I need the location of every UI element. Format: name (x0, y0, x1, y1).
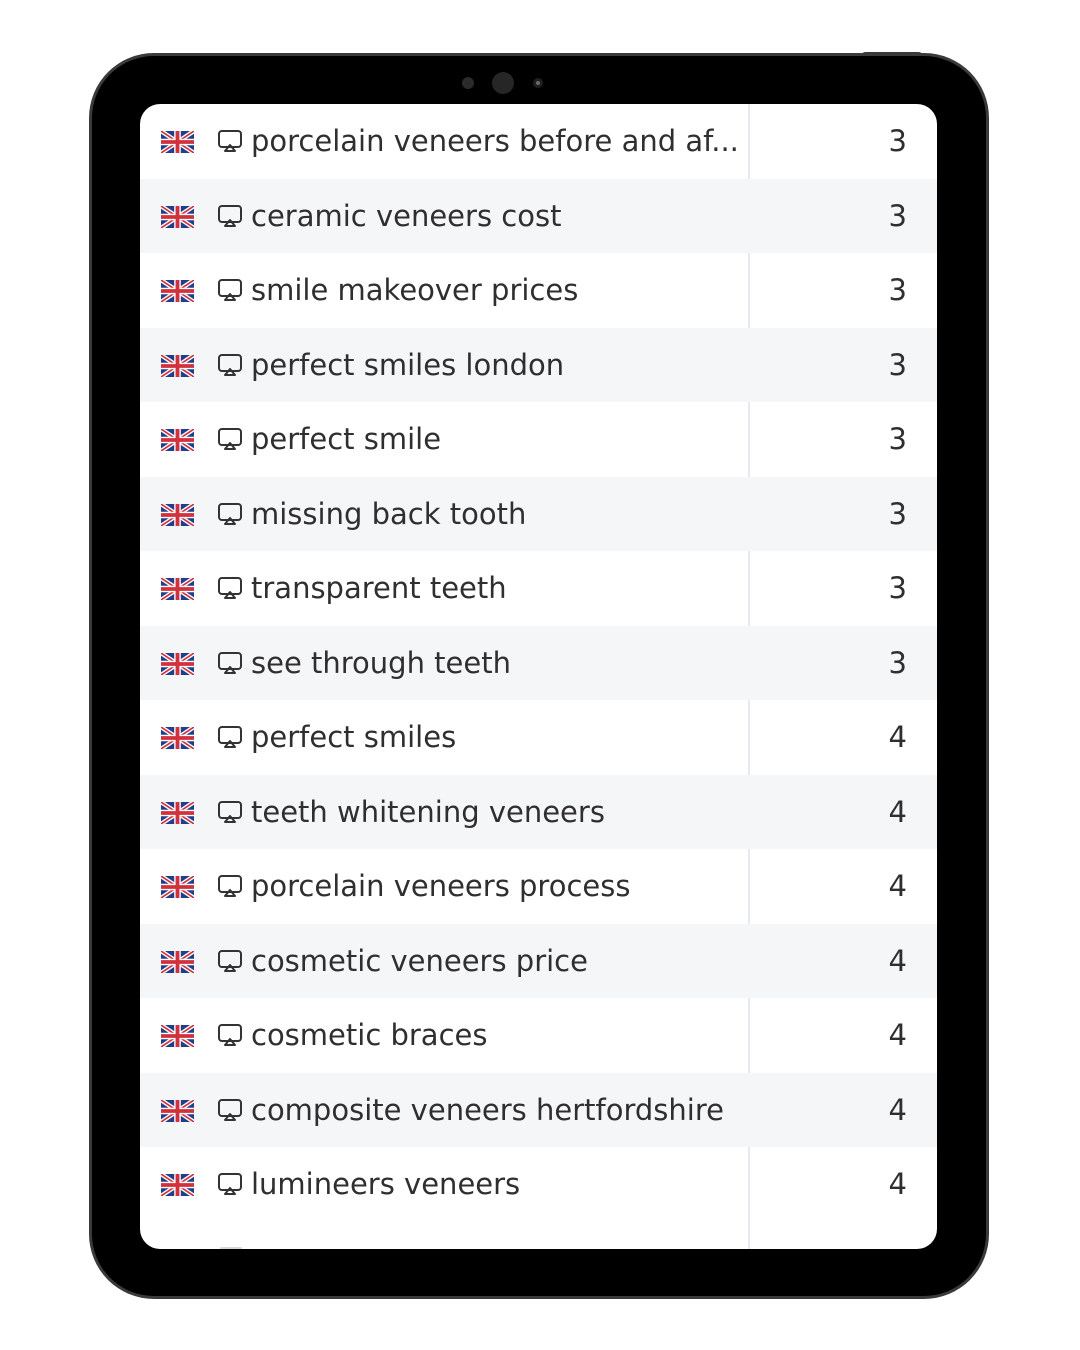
desktop-monitor-icon (218, 800, 242, 823)
uk-flag-icon (161, 1025, 194, 1047)
keyword-position: 4 (888, 794, 907, 829)
keyword-position: 3 (888, 645, 907, 680)
keyword-position: 3 (888, 571, 907, 605)
keyword-text: composite veneers hertfordshire (251, 1092, 724, 1127)
desktop-monitor-icon (218, 428, 242, 450)
table-row[interactable]: porcelain veneers before and af... 3 (140, 104, 937, 179)
keyword-position: 3 (888, 496, 907, 531)
keyword-position: 4 (888, 1092, 907, 1127)
uk-flag-icon (161, 1174, 194, 1196)
uk-flag-icon (161, 876, 194, 898)
desktop-monitor-icon (218, 204, 242, 227)
sensor-icon (462, 77, 474, 89)
desktop-monitor-icon (218, 577, 242, 599)
keyword-text: perfect smiles london (251, 347, 565, 382)
desktop-monitor-icon (218, 726, 242, 748)
keyword-text: perfect smiles (251, 720, 457, 754)
uk-flag-icon (161, 205, 194, 228)
uk-flag-icon (161, 280, 194, 302)
uk-flag-icon (161, 429, 194, 451)
table-row[interactable]: perfect smiles 4 (140, 700, 937, 775)
keyword-text: lumineers veneers (251, 1167, 521, 1201)
keyword-text: perfect smile (251, 422, 442, 456)
partial-row-icon (220, 1247, 242, 1249)
uk-flag-icon (161, 354, 194, 377)
keyword-text: teeth whitening veneers (251, 794, 605, 829)
keyword-text: smile makeover prices (251, 273, 579, 307)
keyword-text: transparent teeth (251, 571, 507, 605)
table-row[interactable]: teeth whitening veneers 4 (140, 774, 937, 849)
uk-flag-icon (161, 131, 194, 153)
table-row[interactable]: cosmetic braces 4 (140, 998, 937, 1073)
keyword-text: porcelain veneers before and af... (251, 124, 739, 158)
keyword-table: porcelain veneers before and af... 3 cer… (140, 104, 937, 1249)
table-row[interactable]: lumineers veneers 4 (140, 1147, 937, 1222)
keyword-position: 3 (888, 273, 907, 307)
desktop-monitor-icon (218, 130, 242, 152)
keyword-position: 3 (888, 422, 907, 456)
desktop-monitor-icon (218, 1098, 242, 1121)
desktop-monitor-icon (218, 353, 242, 376)
tablet-frame: porcelain veneers before and af... 3 cer… (92, 56, 986, 1296)
sensor-icon (533, 78, 543, 88)
table-row[interactable]: see through teeth 3 (140, 625, 937, 700)
keyword-text: ceramic veneers cost (251, 198, 562, 233)
desktop-monitor-icon (218, 651, 242, 674)
desktop-monitor-icon (218, 1024, 242, 1046)
keyword-position: 3 (888, 124, 907, 158)
table-row[interactable]: ceramic veneers cost 3 (140, 178, 937, 253)
keyword-position: 4 (888, 1018, 907, 1052)
desktop-monitor-icon (218, 949, 242, 972)
table-row[interactable]: smile makeover prices 3 (140, 253, 937, 328)
keyword-text: cosmetic veneers price (251, 943, 588, 978)
uk-flag-icon (161, 1099, 194, 1122)
keyword-position: 4 (888, 943, 907, 978)
keyword-text: porcelain veneers process (251, 869, 631, 903)
table-row[interactable]: missing back tooth 3 (140, 476, 937, 551)
keyword-position: 4 (888, 869, 907, 903)
keyword-position: 4 (888, 1167, 907, 1201)
uk-flag-icon (161, 578, 194, 600)
desktop-monitor-icon (218, 875, 242, 897)
desktop-monitor-icon (218, 1173, 242, 1195)
table-row[interactable]: perfect smiles london 3 (140, 327, 937, 402)
uk-flag-icon (161, 950, 194, 973)
keyword-text: missing back tooth (251, 496, 527, 531)
table-row[interactable]: perfect smile 3 (140, 402, 937, 477)
desktop-monitor-icon (218, 279, 242, 301)
keyword-text: cosmetic braces (251, 1018, 488, 1052)
desktop-monitor-icon (218, 502, 242, 525)
keyword-position: 4 (888, 720, 907, 754)
table-row[interactable]: porcelain veneers process 4 (140, 849, 937, 924)
uk-flag-icon (161, 727, 194, 749)
uk-flag-icon (161, 503, 194, 526)
table-row[interactable]: composite veneers hertfordshire 4 (140, 1072, 937, 1147)
keyword-text: see through teeth (251, 645, 511, 680)
table-row[interactable]: transparent teeth 3 (140, 551, 937, 626)
keyword-position: 3 (888, 198, 907, 233)
keyword-position: 3 (888, 347, 907, 382)
uk-flag-icon (161, 801, 194, 824)
uk-flag-icon (161, 652, 194, 675)
camera-icon (492, 72, 514, 94)
table-row[interactable]: cosmetic veneers price 4 (140, 923, 937, 998)
